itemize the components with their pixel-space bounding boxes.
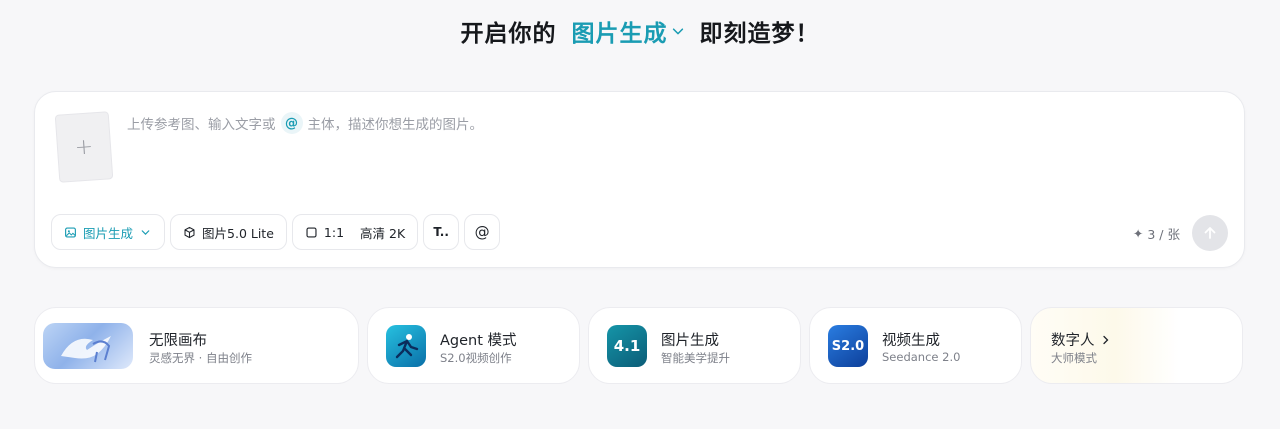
square-icon <box>306 226 317 238</box>
plus-icon: + <box>73 133 95 161</box>
send-button[interactable] <box>1192 215 1228 251</box>
prompt-placeholder-part2: 主体，描述你想生成的图片。 <box>307 117 484 133</box>
upload-reference-button[interactable]: + <box>54 111 114 183</box>
card-subtitle: 智能美学提升 <box>661 351 730 365</box>
prompt-input[interactable]: 上传参考图、输入文字或 @ 主体，描述你想生成的图片。 <box>127 108 1217 138</box>
quality-label: 高清 2K <box>360 225 406 241</box>
mode-dropdown-button[interactable]: 图片生成 <box>51 214 166 250</box>
at-icon: @ <box>280 112 303 134</box>
prompt-composer: + 上传参考图、输入文字或 @ 主体，描述你想生成的图片。 图片生成 图片5.0… <box>34 91 1245 268</box>
pegasus-icon <box>61 336 111 363</box>
mode-switcher[interactable]: 图片生成 <box>572 14 685 48</box>
runner-icon <box>395 334 419 359</box>
card-title: 数字人 <box>1051 333 1095 349</box>
arrow-up-icon <box>1204 227 1216 239</box>
prompt-placeholder-part1: 上传参考图、输入文字或 <box>127 117 276 133</box>
card-subtitle: Seedance 2.0 <box>882 350 961 364</box>
generation-cost: ✦ 3 / 张 <box>1133 224 1180 243</box>
chevron-down-icon <box>672 28 683 35</box>
composer-toolbar: 图片生成 图片5.0 Lite 1:1 高清 2K T.. @ <box>51 214 501 250</box>
page-headline: 开启你的 图片生成 即刻造梦！ <box>0 14 1280 48</box>
chevron-right-icon <box>1102 335 1108 344</box>
ratio-quality-button[interactable]: 1:1 高清 2K <box>291 214 419 250</box>
pegasus-thumbnail <box>43 323 133 369</box>
mode-switcher-label: 图片生成 <box>571 21 668 47</box>
model-selector-button[interactable]: 图片5.0 Lite <box>170 214 287 250</box>
card-title: 无限画布 <box>149 333 207 349</box>
headline-suffix: 即刻造梦！ <box>699 21 820 47</box>
image-model-badge: 4.1 <box>607 325 647 367</box>
model-selector-label: 图片5.0 Lite <box>202 225 274 241</box>
card-video-generation[interactable]: S2.0 视频生成 Seedance 2.0 <box>809 307 1022 384</box>
card-subtitle: S2.0视频创作 <box>440 351 512 365</box>
headline-prefix: 开启你的 <box>460 21 557 47</box>
card-title: Agent 模式 <box>440 333 517 349</box>
text-format-icon: T.. <box>433 225 449 239</box>
card-agent-mode[interactable]: Agent 模式 S2.0视频创作 <box>367 307 580 384</box>
card-infinite-canvas[interactable]: 无限画布 灵感无界 · 自由创作 <box>34 307 359 384</box>
cost-label: 3 / 张 <box>1147 227 1180 242</box>
cube-icon <box>184 226 195 238</box>
at-icon: @ <box>474 223 490 241</box>
text-format-button[interactable]: T.. <box>423 214 460 250</box>
image-icon <box>65 226 76 238</box>
aspect-ratio-label: 1:1 <box>323 224 345 240</box>
card-subtitle: 灵感无界 · 自由创作 <box>149 351 252 365</box>
agent-thumbnail <box>386 325 426 367</box>
card-subtitle: 大师模式 <box>1051 351 1097 365</box>
card-image-generation[interactable]: 4.1 图片生成 智能美学提升 <box>588 307 801 384</box>
sparkle-icon: ✦ <box>1132 226 1144 241</box>
chevron-down-icon <box>141 229 150 235</box>
mention-button[interactable]: @ <box>464 214 501 250</box>
card-digital-human[interactable]: 数字人 大师模式 <box>1030 307 1243 384</box>
card-title: 图片生成 <box>661 333 719 349</box>
video-model-badge: S2.0 <box>828 325 868 367</box>
feature-cards: 无限画布 灵感无界 · 自由创作 Agent 模式 S2.0视频创作 4.1 图… <box>34 307 1243 384</box>
card-title: 视频生成 <box>882 333 940 349</box>
mode-dropdown-label: 图片生成 <box>83 225 134 241</box>
card-title-row: 数字人 <box>1051 329 1111 350</box>
